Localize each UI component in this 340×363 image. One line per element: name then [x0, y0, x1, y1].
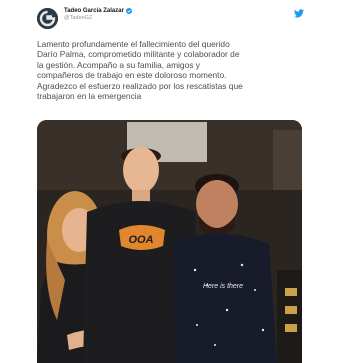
- photo-image: OOA Here is there: [37, 120, 302, 363]
- author-handle[interactable]: @TadeoGZ: [64, 15, 132, 21]
- verified-badge-icon: [125, 8, 132, 14]
- tweet-line: compañeros de trabajo en este doloroso m…: [37, 70, 227, 81]
- tweet-photo[interactable]: OOA Here is there: [37, 120, 302, 363]
- tweet-text: Lamento profundamente el fallecimiento d…: [37, 39, 301, 101]
- shirt-center-text: OOA: [128, 234, 153, 246]
- tweet-line: Lamento profundamente el fallecimiento d…: [37, 39, 230, 49]
- shirt-right-text: Here is there: [203, 283, 243, 290]
- twitter-bird-icon[interactable]: [294, 9, 304, 18]
- tweet-line: la gestión. Acompaño a su familia, amigo…: [37, 59, 200, 70]
- tweet-line: Darío Palma, comprometido militante y co…: [37, 49, 240, 60]
- author-name[interactable]: Tadeo García Zalazar: [64, 8, 124, 14]
- g-logo-icon: [37, 8, 58, 29]
- tweet-line: trabajaron en la emergencia: [37, 91, 142, 102]
- author-avatar[interactable]: [37, 8, 58, 29]
- tweet-line: Agradezco el esfuerzo realizado por los …: [37, 80, 243, 91]
- tweet-card: Tadeo García Zalazar @TadeoGZ Lamento pr…: [0, 0, 340, 363]
- author-info: Tadeo García Zalazar @TadeoGZ: [64, 8, 132, 21]
